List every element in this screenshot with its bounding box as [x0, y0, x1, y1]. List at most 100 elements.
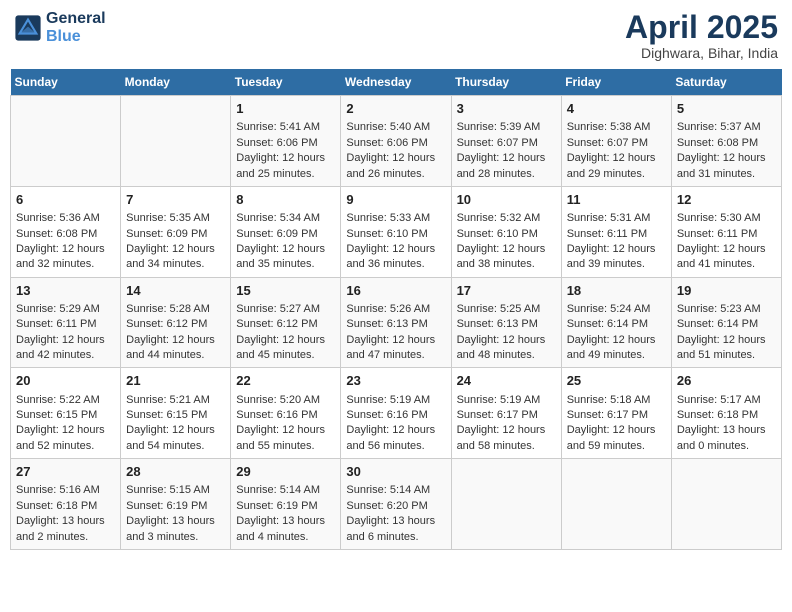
sunset-text: Sunset: 6:12 PM: [126, 317, 225, 332]
sunrise-text: Sunrise: 5:36 AM: [16, 211, 115, 226]
daylight-text: Daylight: 12 hours and 39 minutes.: [567, 242, 666, 273]
daylight-text: Daylight: 12 hours and 49 minutes.: [567, 333, 666, 364]
calendar-cell: 7Sunrise: 5:35 AMSunset: 6:09 PMDaylight…: [121, 186, 231, 277]
calendar-header-row: SundayMondayTuesdayWednesdayThursdayFrid…: [11, 69, 782, 96]
calendar-cell: 14Sunrise: 5:28 AMSunset: 6:12 PMDayligh…: [121, 277, 231, 368]
sunset-text: Sunset: 6:10 PM: [346, 227, 445, 242]
calendar-cell: [671, 459, 781, 550]
calendar-cell: 25Sunrise: 5:18 AMSunset: 6:17 PMDayligh…: [561, 368, 671, 459]
sunset-text: Sunset: 6:08 PM: [16, 227, 115, 242]
location: Dighwara, Bihar, India: [625, 45, 778, 61]
day-number: 21: [126, 372, 225, 390]
calendar-cell: 1Sunrise: 5:41 AMSunset: 6:06 PMDaylight…: [231, 96, 341, 187]
sunrise-text: Sunrise: 5:26 AM: [346, 302, 445, 317]
sunrise-text: Sunrise: 5:18 AM: [567, 393, 666, 408]
title-block: April 2025 Dighwara, Bihar, India: [625, 10, 778, 61]
calendar-cell: 21Sunrise: 5:21 AMSunset: 6:15 PMDayligh…: [121, 368, 231, 459]
sunrise-text: Sunrise: 5:19 AM: [346, 393, 445, 408]
day-number: 1: [236, 100, 335, 118]
calendar-cell: 29Sunrise: 5:14 AMSunset: 6:19 PMDayligh…: [231, 459, 341, 550]
calendar-cell: 26 Sunrise: 5:17 AMSunset: 6:18 PMDayligh…: [671, 368, 781, 459]
week-row-5: 27Sunrise: 5:16 AMSunset: 6:18 PMDayligh…: [11, 459, 782, 550]
sunrise-text: Sunrise: 5:35 AM: [126, 211, 225, 226]
daylight-text: Daylight: 12 hours and 41 minutes.: [677, 242, 776, 273]
daylight-text: Daylight: 12 hours and 56 minutes.: [346, 423, 445, 454]
day-number: 29: [236, 463, 335, 481]
sunset-text: Sunset: 6:11 PM: [677, 227, 776, 242]
daylight-text: Daylight: 12 hours and 32 minutes.: [16, 242, 115, 273]
sunset-text: Sunset: 6:08 PM: [677, 136, 776, 151]
week-row-2: 6Sunrise: 5:36 AMSunset: 6:08 PMDaylight…: [11, 186, 782, 277]
daylight-text: Daylight: 13 hours and 0 minutes.: [677, 423, 776, 454]
day-number: 27: [16, 463, 115, 481]
calendar-cell: 23Sunrise: 5:19 AMSunset: 6:16 PMDayligh…: [341, 368, 451, 459]
calendar-cell: 17Sunrise: 5:25 AMSunset: 6:13 PMDayligh…: [451, 277, 561, 368]
sunset-text: Sunset: 6:16 PM: [236, 408, 335, 423]
calendar-cell: 4Sunrise: 5:38 AMSunset: 6:07 PMDaylight…: [561, 96, 671, 187]
day-number: 18: [567, 282, 666, 300]
day-number: 30: [346, 463, 445, 481]
day-number: 4: [567, 100, 666, 118]
daylight-text: Daylight: 12 hours and 54 minutes.: [126, 423, 225, 454]
logo: General Blue: [14, 10, 106, 46]
sunrise-text: Sunrise: 5:15 AM: [126, 483, 225, 498]
col-header-saturday: Saturday: [671, 69, 781, 96]
col-header-tuesday: Tuesday: [231, 69, 341, 96]
day-number: 7: [126, 191, 225, 209]
sunset-text: Sunset: 6:11 PM: [567, 227, 666, 242]
sunrise-text: Sunrise: 5:27 AM: [236, 302, 335, 317]
sunset-text: Sunset: 6:06 PM: [346, 136, 445, 151]
day-number: 28: [126, 463, 225, 481]
sunset-text: Sunset: 6:18 PM: [677, 408, 776, 423]
calendar-cell: 15Sunrise: 5:27 AMSunset: 6:12 PMDayligh…: [231, 277, 341, 368]
calendar-cell: 12Sunrise: 5:30 AMSunset: 6:11 PMDayligh…: [671, 186, 781, 277]
day-number: 26: [677, 372, 776, 390]
sunrise-text: Sunrise: 5:33 AM: [346, 211, 445, 226]
sunset-text: Sunset: 6:19 PM: [126, 499, 225, 514]
calendar-cell: [11, 96, 121, 187]
daylight-text: Daylight: 12 hours and 44 minutes.: [126, 333, 225, 364]
sunset-text: Sunset: 6:10 PM: [457, 227, 556, 242]
sunset-text: Sunset: 6:15 PM: [16, 408, 115, 423]
sunset-text: Sunset: 6:14 PM: [567, 317, 666, 332]
daylight-text: Daylight: 12 hours and 38 minutes.: [457, 242, 556, 273]
daylight-text: Daylight: 12 hours and 48 minutes.: [457, 333, 556, 364]
daylight-text: Daylight: 12 hours and 35 minutes.: [236, 242, 335, 273]
sunset-text: Sunset: 6:09 PM: [236, 227, 335, 242]
day-number: 16: [346, 282, 445, 300]
sunset-text: Sunset: 6:06 PM: [236, 136, 335, 151]
sunrise-text: Sunrise: 5:19 AM: [457, 393, 556, 408]
calendar-cell: 28Sunrise: 5:15 AMSunset: 6:19 PMDayligh…: [121, 459, 231, 550]
calendar-cell: [561, 459, 671, 550]
sunrise-text: Sunrise: 5:17 AM: [677, 393, 776, 408]
sunrise-text: Sunrise: 5:32 AM: [457, 211, 556, 226]
sunrise-text: Sunrise: 5:40 AM: [346, 120, 445, 135]
day-number: 13: [16, 282, 115, 300]
sunrise-text: Sunrise: 5:21 AM: [126, 393, 225, 408]
sunrise-text: Sunrise: 5:37 AM: [677, 120, 776, 135]
day-number: 10: [457, 191, 556, 209]
sunrise-text: Sunrise: 5:22 AM: [16, 393, 115, 408]
daylight-text: Daylight: 13 hours and 6 minutes.: [346, 514, 445, 545]
calendar-cell: 8Sunrise: 5:34 AMSunset: 6:09 PMDaylight…: [231, 186, 341, 277]
calendar-cell: [451, 459, 561, 550]
calendar-cell: 5Sunrise: 5:37 AMSunset: 6:08 PMDaylight…: [671, 96, 781, 187]
page-header: General Blue April 2025 Dighwara, Bihar,…: [10, 10, 782, 61]
sunset-text: Sunset: 6:07 PM: [567, 136, 666, 151]
sunset-text: Sunset: 6:09 PM: [126, 227, 225, 242]
day-number: 25: [567, 372, 666, 390]
daylight-text: Daylight: 12 hours and 36 minutes.: [346, 242, 445, 273]
calendar-cell: 3Sunrise: 5:39 AMSunset: 6:07 PMDaylight…: [451, 96, 561, 187]
sunrise-text: Sunrise: 5:20 AM: [236, 393, 335, 408]
sunset-text: Sunset: 6:13 PM: [346, 317, 445, 332]
calendar-cell: [121, 96, 231, 187]
sunrise-text: Sunrise: 5:39 AM: [457, 120, 556, 135]
sunrise-text: Sunrise: 5:16 AM: [16, 483, 115, 498]
sunrise-text: Sunrise: 5:14 AM: [346, 483, 445, 498]
calendar-cell: 24Sunrise: 5:19 AMSunset: 6:17 PMDayligh…: [451, 368, 561, 459]
sunset-text: Sunset: 6:19 PM: [236, 499, 335, 514]
daylight-text: Daylight: 12 hours and 26 minutes.: [346, 151, 445, 182]
day-number: 24: [457, 372, 556, 390]
col-header-wednesday: Wednesday: [341, 69, 451, 96]
day-number: 12: [677, 191, 776, 209]
